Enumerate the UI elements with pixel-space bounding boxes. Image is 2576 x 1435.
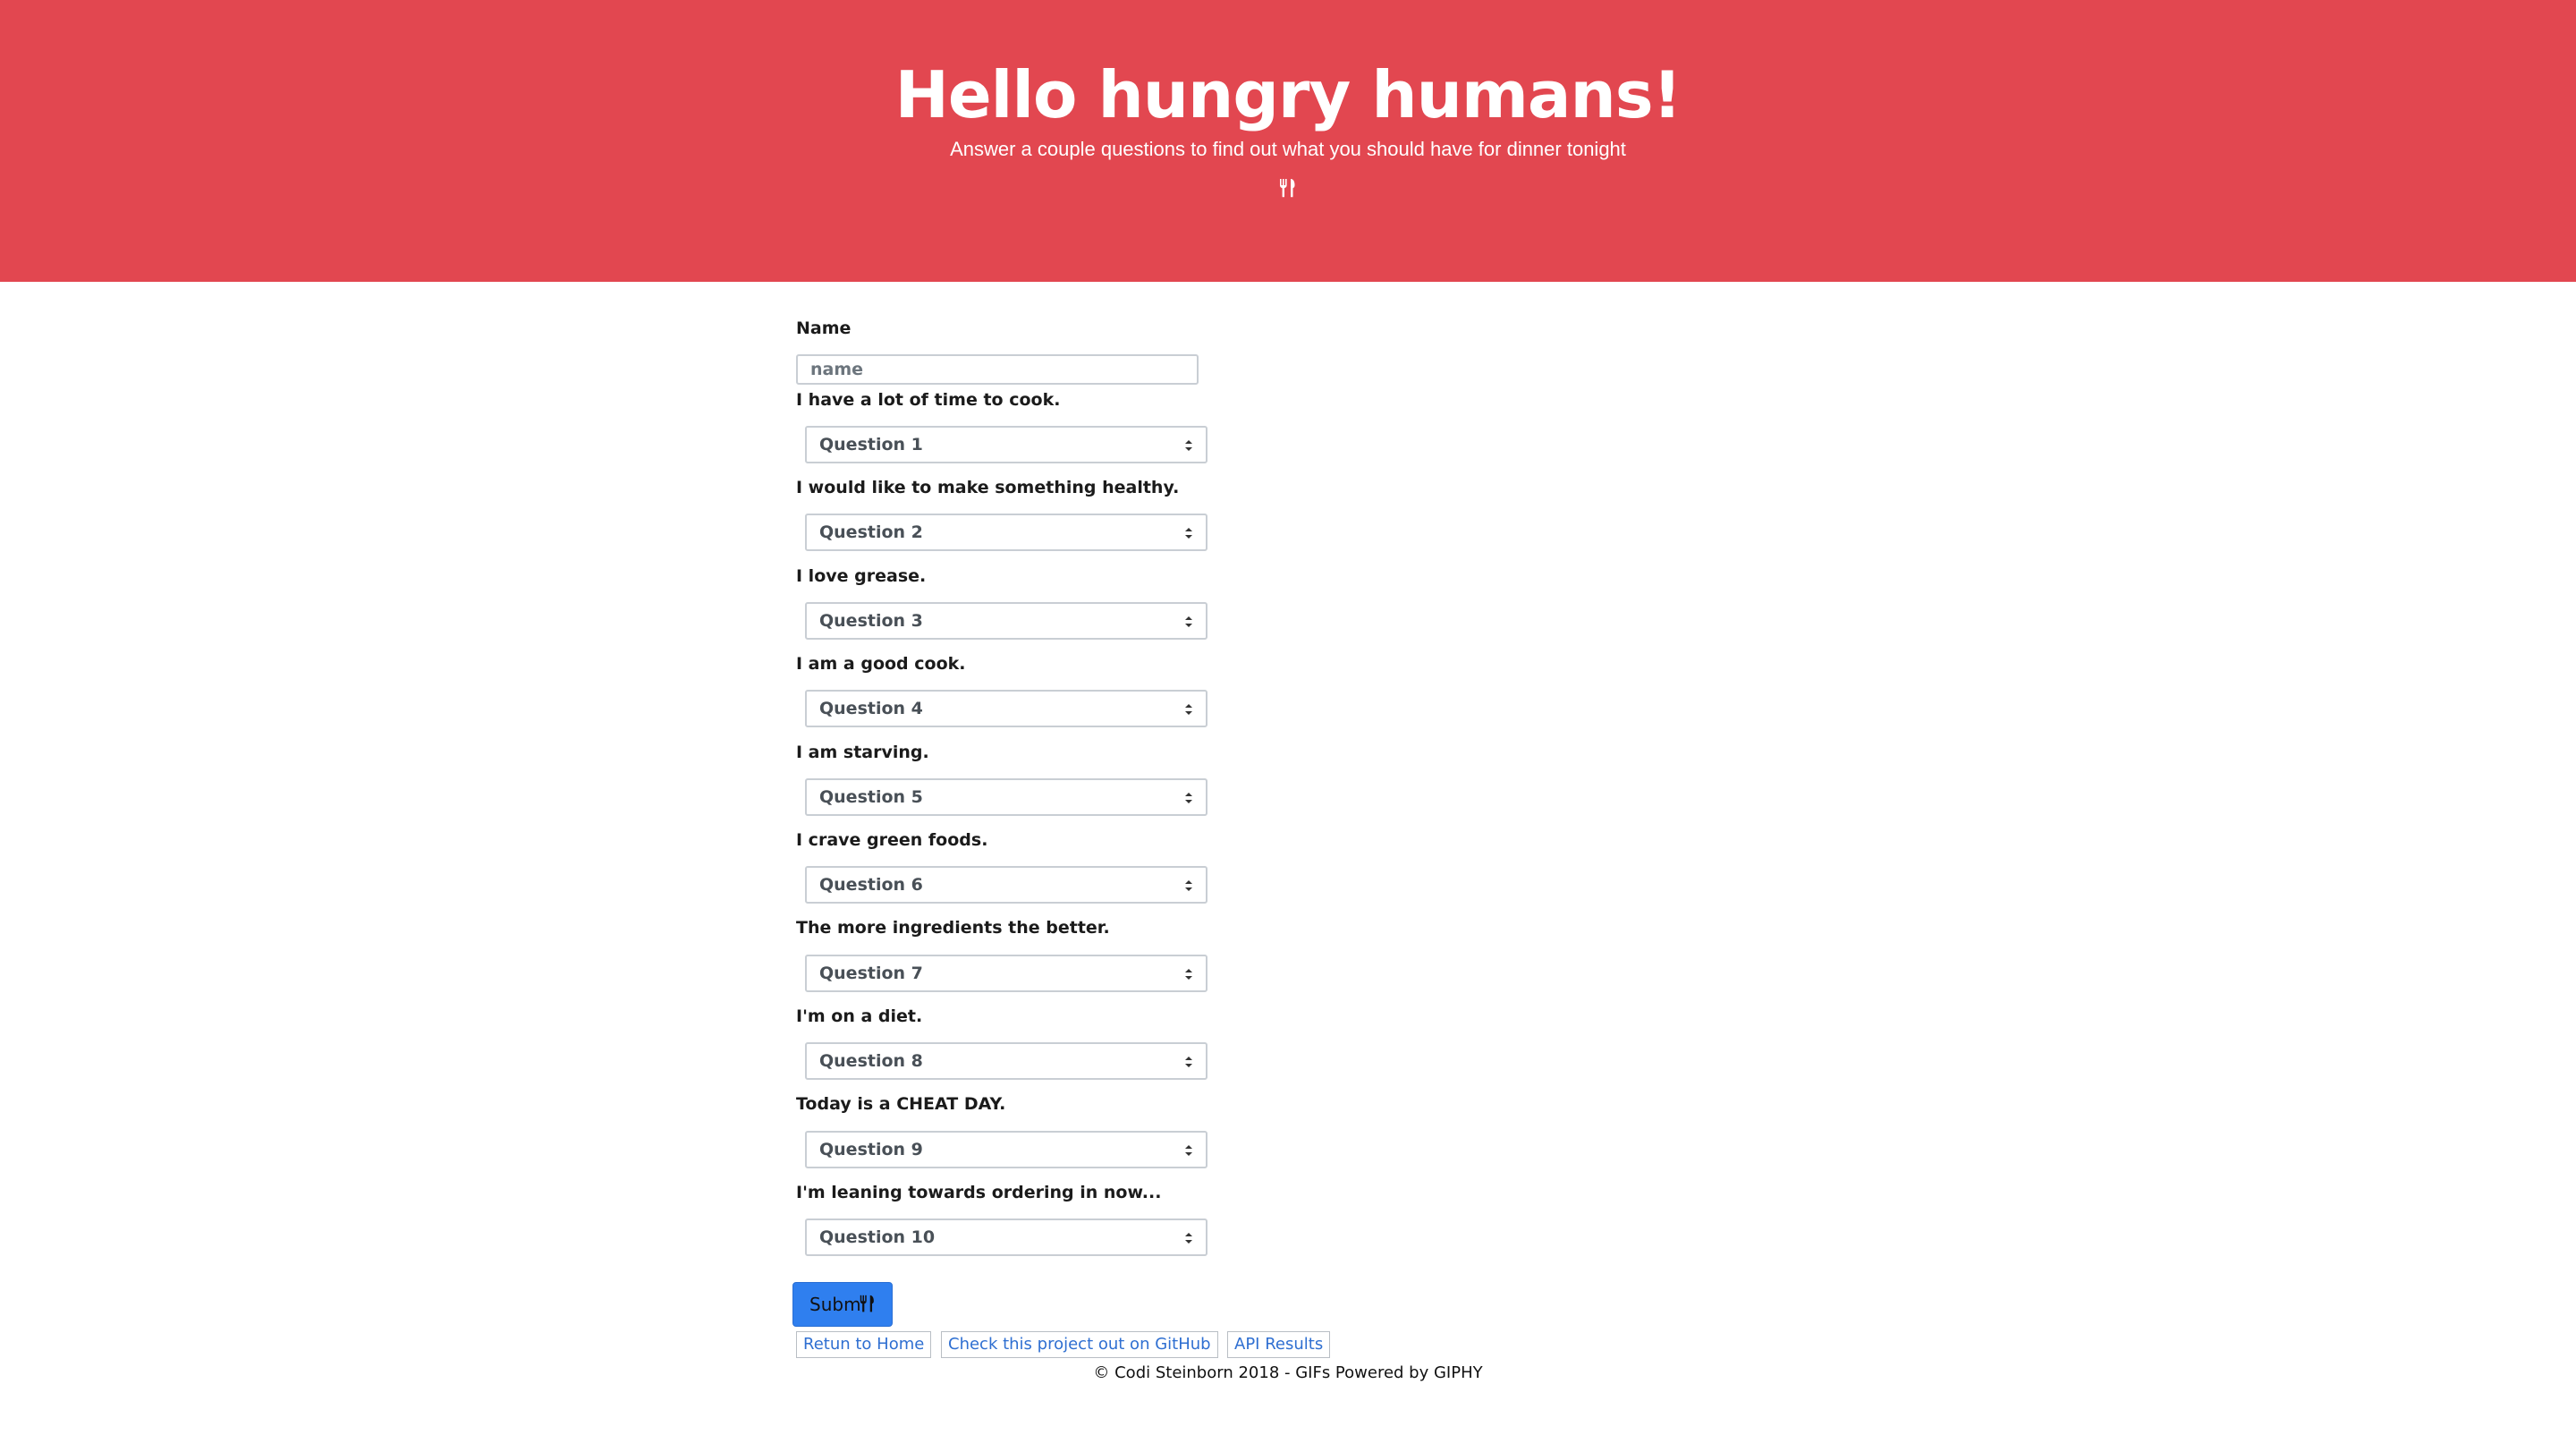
question-7-label: The more ingredients the better. xyxy=(796,918,1110,938)
question-6-select[interactable]: Question 6 xyxy=(805,866,1208,904)
return-home-link[interactable]: Retun to Home xyxy=(796,1331,932,1358)
name-label: Name xyxy=(796,318,852,338)
page-title: Hello hungry humans! xyxy=(894,57,1682,132)
question-4-selected: Question 4 xyxy=(819,699,923,718)
utensils-icon xyxy=(860,1295,874,1312)
question-9-select[interactable]: Question 9 xyxy=(805,1131,1208,1168)
question-3-selected: Question 3 xyxy=(819,611,923,631)
question-1-selected: Question 1 xyxy=(819,435,923,454)
hero-subtitle: Answer a couple questions to find out wh… xyxy=(950,138,1626,160)
question-4-label: I am a good cook. xyxy=(796,654,966,674)
question-7-selected: Question 7 xyxy=(819,964,923,983)
question-6-label: I crave green foods. xyxy=(796,830,988,850)
question-9-label: Today is a CHEAT DAY. xyxy=(796,1094,1006,1114)
question-1-select[interactable]: Question 1 xyxy=(805,426,1208,463)
submit-button[interactable]: Subm xyxy=(792,1282,893,1327)
question-3-select[interactable]: Question 3 xyxy=(805,602,1208,640)
select-arrows-icon xyxy=(1185,616,1192,627)
question-10-selected: Question 10 xyxy=(819,1227,936,1247)
question-5-select[interactable]: Question 5 xyxy=(805,778,1208,816)
select-arrows-icon xyxy=(1185,793,1192,803)
question-2-label: I would like to make something healthy. xyxy=(796,478,1180,497)
question-8-select[interactable]: Question 8 xyxy=(805,1042,1208,1080)
question-10-select[interactable]: Question 10 xyxy=(805,1218,1208,1256)
select-arrows-icon xyxy=(1185,704,1192,715)
question-10-label: I'm leaning towards ordering in now... xyxy=(796,1183,1162,1202)
name-input[interactable] xyxy=(796,354,1199,385)
question-3-label: I love grease. xyxy=(796,566,927,586)
submit-label: Subm xyxy=(809,1294,861,1315)
select-arrows-icon xyxy=(1185,1145,1192,1156)
question-2-select[interactable]: Question 2 xyxy=(805,514,1208,551)
api-results-link[interactable]: API Results xyxy=(1227,1331,1331,1358)
select-arrows-icon xyxy=(1185,880,1192,891)
select-arrows-icon xyxy=(1185,1233,1192,1244)
question-2-selected: Question 2 xyxy=(819,522,923,542)
question-8-label: I'm on a diet. xyxy=(796,1006,923,1026)
question-9-selected: Question 9 xyxy=(819,1140,923,1159)
question-1-label: I have a lot of time to cook. xyxy=(796,390,1061,410)
footer-credit: © Codi Steinborn 2018 - GIFs Powered by … xyxy=(1093,1363,1483,1382)
select-arrows-icon xyxy=(1185,528,1192,539)
question-5-selected: Question 5 xyxy=(819,787,923,807)
select-arrows-icon xyxy=(1185,969,1192,980)
question-8-selected: Question 8 xyxy=(819,1051,923,1071)
question-4-select[interactable]: Question 4 xyxy=(805,690,1208,727)
question-7-select[interactable]: Question 7 xyxy=(805,955,1208,992)
question-5-label: I am starving. xyxy=(796,743,929,762)
utensils-icon xyxy=(1280,179,1295,198)
question-6-selected: Question 6 xyxy=(819,875,923,895)
hero-banner: Hello hungry humans! Answer a couple que… xyxy=(0,0,2576,282)
github-link[interactable]: Check this project out on GitHub xyxy=(941,1331,1218,1358)
select-arrows-icon xyxy=(1185,1057,1192,1067)
select-arrows-icon xyxy=(1185,440,1192,451)
